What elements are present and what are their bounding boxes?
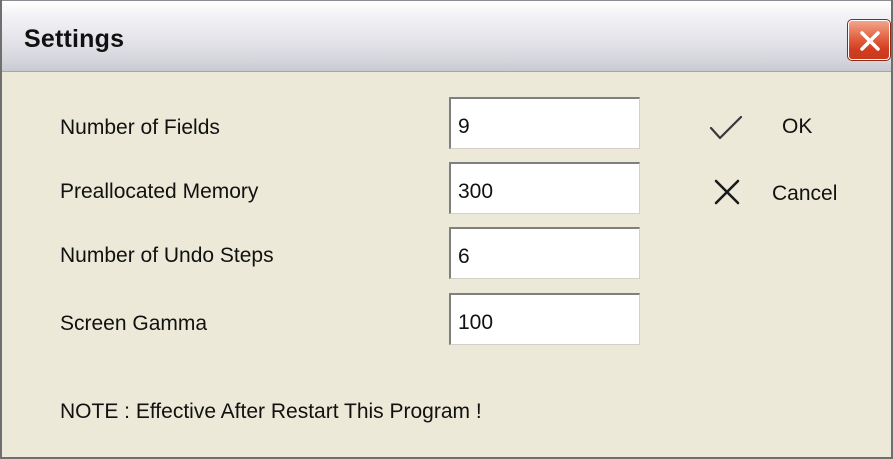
undo-steps-input[interactable]: [449, 227, 640, 279]
cancel-button[interactable]: Cancel: [702, 165, 862, 215]
cancel-label: Cancel: [772, 182, 838, 205]
preallocated-memory-label: Preallocated Memory: [60, 180, 259, 203]
x-icon: [714, 179, 740, 205]
restart-note: NOTE : Effective After Restart This Prog…: [60, 400, 482, 423]
number-of-fields-label: Number of Fields: [60, 116, 220, 139]
undo-steps-label: Number of Undo Steps: [60, 244, 274, 267]
preallocated-memory-input[interactable]: [449, 162, 640, 214]
title-bar[interactable]: Settings: [2, 0, 891, 72]
screen-gamma-label: Screen Gamma: [60, 312, 208, 335]
close-button[interactable]: [847, 19, 891, 61]
screen-gamma-input[interactable]: [449, 293, 640, 345]
close-icon: [860, 31, 880, 51]
ok-button[interactable]: OK: [702, 100, 842, 150]
number-of-fields-input[interactable]: [449, 97, 640, 149]
window-title: Settings: [24, 25, 125, 53]
settings-dialog: Settings Number of Fields Preallocated M…: [0, 0, 893, 459]
checkmark-icon: [709, 115, 743, 140]
ok-label: OK: [782, 115, 813, 138]
